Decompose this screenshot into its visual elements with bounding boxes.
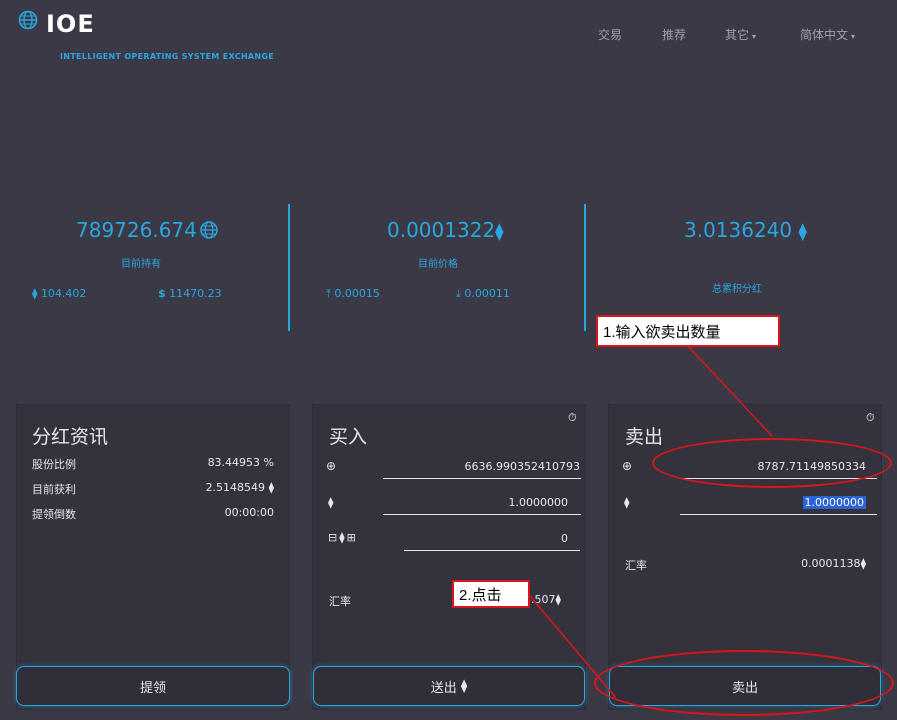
annotation-step1: 1.输入欲卖出数量 [596,315,780,347]
annotation-ellipse-sell-button [594,650,894,716]
annotation-ellipse-sell-input [652,438,892,488]
annotation-step2: 2.点击 [452,580,530,608]
annotation-lines [529,345,773,699]
